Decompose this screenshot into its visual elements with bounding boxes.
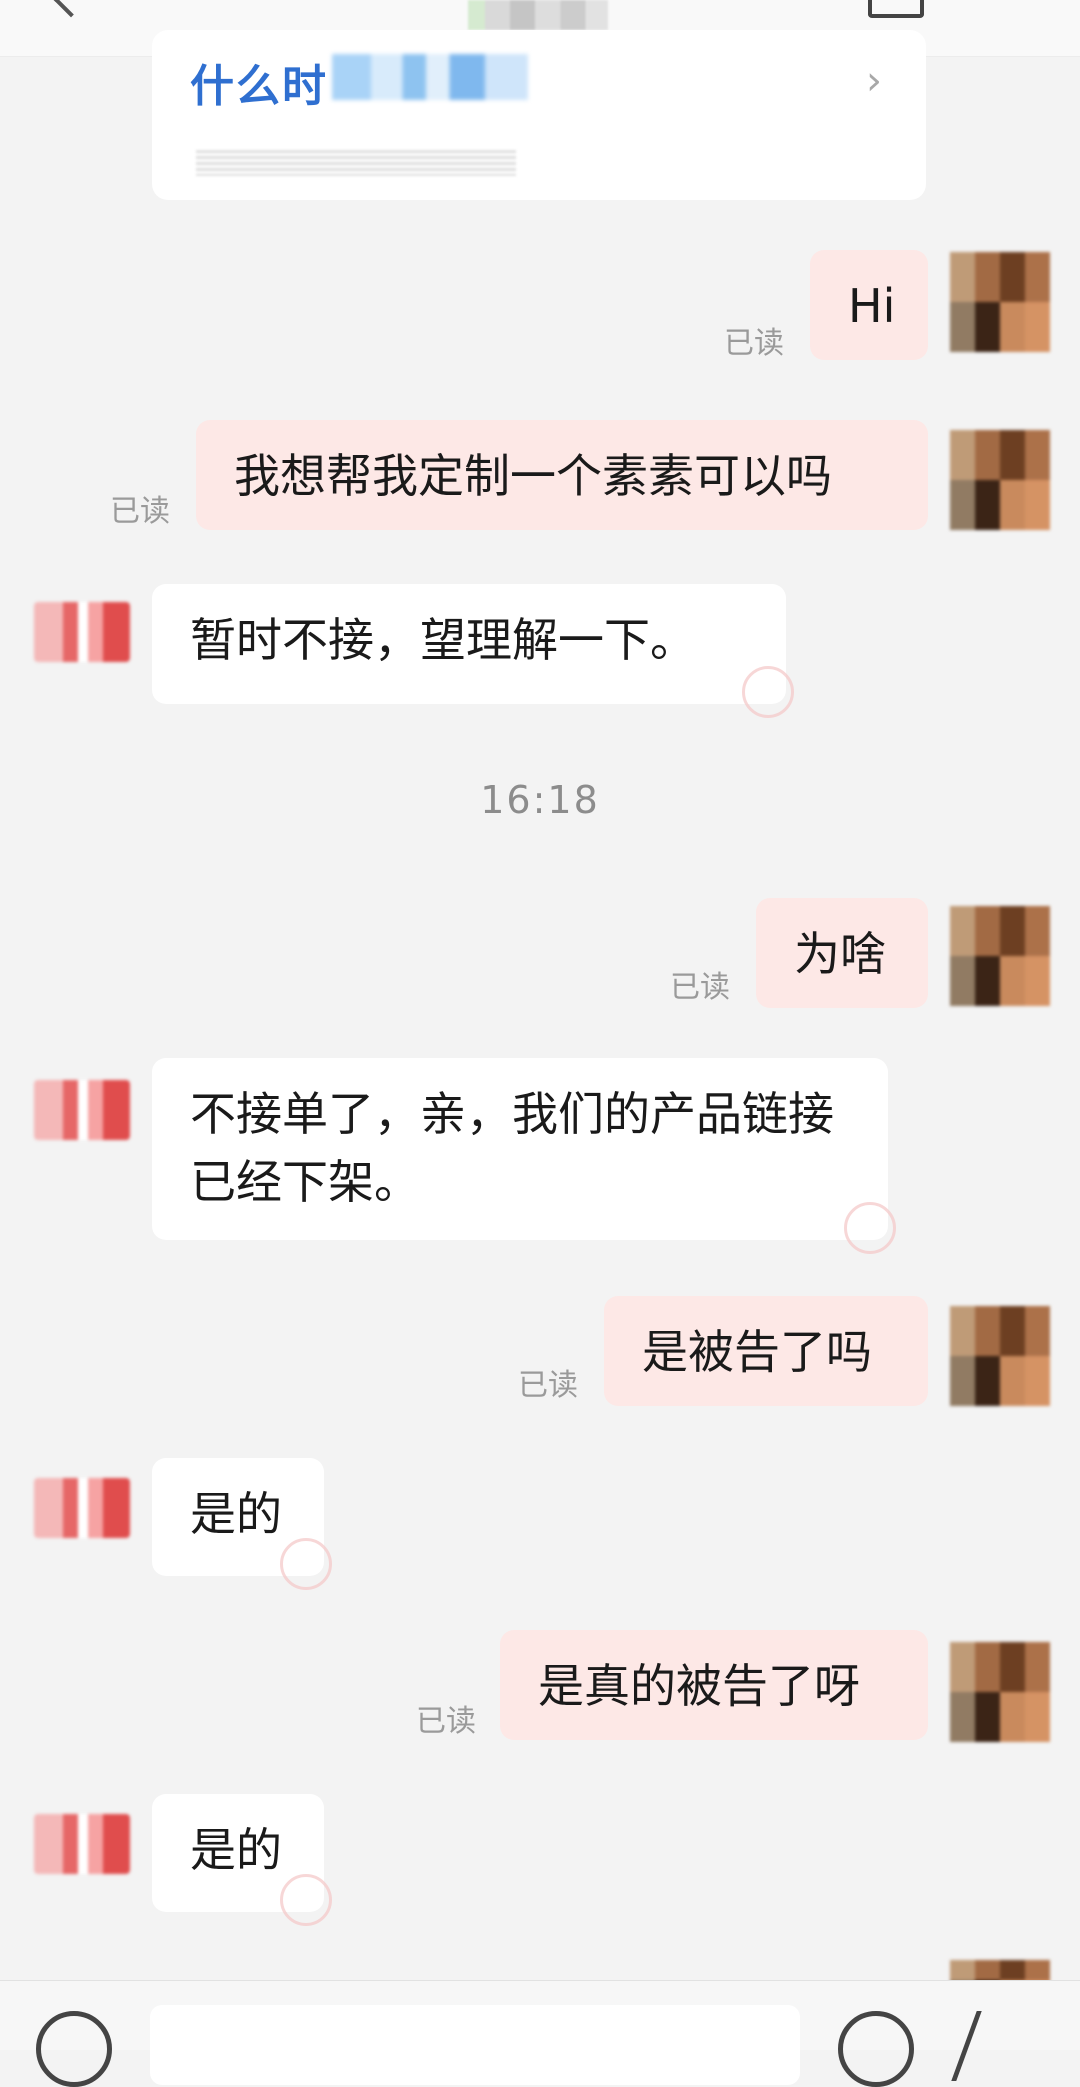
message-bubble-me[interactable]: 是被告了吗 xyxy=(604,1296,928,1406)
chevron-left-icon[interactable] xyxy=(52,0,90,18)
chevron-right-icon: › xyxy=(866,58,882,104)
my-avatar[interactable] xyxy=(950,1306,1050,1406)
watermark-icon xyxy=(742,666,794,718)
my-avatar[interactable] xyxy=(950,252,1050,352)
read-status: 已读 xyxy=(724,326,784,361)
message-text: Hi xyxy=(848,279,896,333)
message-text: 是真的被告了呀 xyxy=(538,1659,860,1713)
bottom-input-bar xyxy=(0,1980,1080,2087)
message-bubble-them[interactable]: 暂时不接，望理解一下。 xyxy=(152,584,794,718)
message-bubble-them[interactable]: 是的 xyxy=(152,1794,332,1926)
read-status: 已读 xyxy=(416,1704,476,1739)
card-title: 什么时 xyxy=(190,61,328,112)
emoji-icon[interactable] xyxy=(838,2011,914,2087)
my-avatar[interactable] xyxy=(950,430,1050,530)
message-bubble-me[interactable]: 是真的被告了呀 xyxy=(500,1630,928,1740)
message-text: 我想帮我定制一个素素可以吗 xyxy=(234,449,832,503)
card-subtitle-blurred xyxy=(196,150,516,176)
message-text: 是的 xyxy=(190,1823,282,1877)
message-input[interactable] xyxy=(150,2005,800,2085)
timestamp: 16:18 xyxy=(480,778,600,822)
link-card[interactable]: 什么时 › xyxy=(152,30,926,200)
my-avatar[interactable] xyxy=(950,906,1050,1006)
shop-avatar[interactable] xyxy=(34,602,130,662)
watermark-icon xyxy=(280,1538,332,1590)
read-status: 已读 xyxy=(110,494,170,529)
voice-icon[interactable] xyxy=(36,2011,112,2087)
plus-icon[interactable] xyxy=(951,2011,1052,2081)
message-text: 是的 xyxy=(190,1487,282,1541)
message-text: 是被告了吗 xyxy=(642,1325,872,1379)
message-bubble-them[interactable]: 是的 xyxy=(152,1458,332,1590)
shop-avatar[interactable] xyxy=(34,1478,130,1538)
message-bubble-me[interactable]: 我想帮我定制一个素素可以吗 xyxy=(196,420,928,530)
message-text: 为啥 xyxy=(794,927,886,981)
read-status: 已读 xyxy=(518,1368,578,1403)
menu-icon[interactable] xyxy=(868,0,924,18)
watermark-icon xyxy=(844,1202,896,1254)
card-title-blurred xyxy=(332,54,528,100)
shop-avatar[interactable] xyxy=(34,1814,130,1874)
message-text: 不接单了，亲，我们的产品链接已经下架。 xyxy=(190,1087,834,1209)
message-bubble-me[interactable]: Hi xyxy=(810,250,928,360)
my-avatar[interactable] xyxy=(950,1642,1050,1742)
shop-avatar[interactable] xyxy=(34,1080,130,1140)
message-text: 暂时不接，望理解一下。 xyxy=(190,613,696,667)
read-status: 已读 xyxy=(670,970,730,1005)
watermark-icon xyxy=(280,1874,332,1926)
message-bubble-them[interactable]: 不接单了，亲，我们的产品链接已经下架。 xyxy=(152,1058,896,1254)
message-bubble-me[interactable]: 为啥 xyxy=(756,898,928,1008)
chat-title-blurred xyxy=(468,0,608,30)
